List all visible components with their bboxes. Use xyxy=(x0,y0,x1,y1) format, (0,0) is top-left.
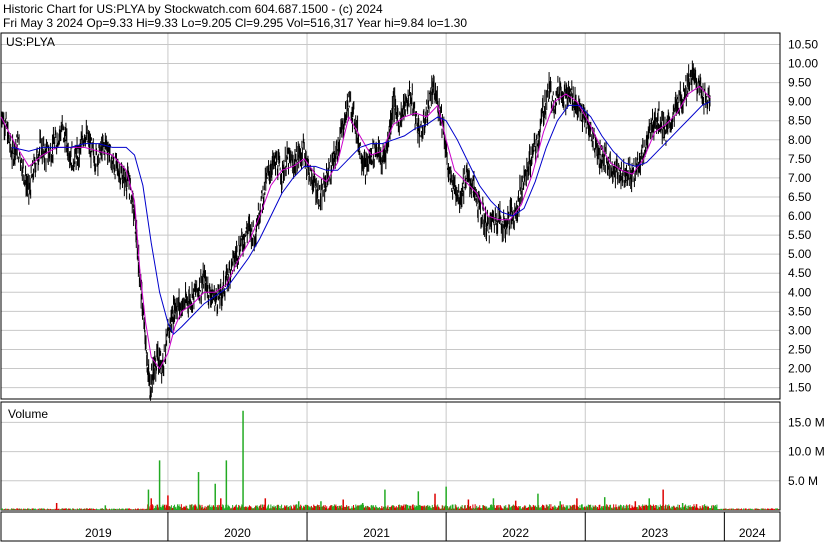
price-tick-label: 3.00 xyxy=(788,323,812,337)
price-tick-label: 10.50 xyxy=(788,37,818,51)
moving-average-long xyxy=(11,101,711,336)
price-tick-label: 4.50 xyxy=(788,266,812,280)
moving-average-short xyxy=(0,85,711,370)
year-label: 2024 xyxy=(739,526,766,540)
price-panel: US:PLYA 10.50 10.00 9.50 9.00 8.50 8.00 7.50 7.… xyxy=(0,32,818,401)
year-label: 2019 xyxy=(85,526,112,540)
price-tick-label: 2.00 xyxy=(788,362,812,376)
price-tick-label: 2.50 xyxy=(788,342,812,356)
price-tick-label: 8.50 xyxy=(788,114,812,128)
volume-tick-label: 10.0 M xyxy=(788,445,825,459)
year-label: 2022 xyxy=(502,526,529,540)
chart-header-line1: Historic Chart for US:PLYA by Stockwatch… xyxy=(3,2,383,16)
volume-bars xyxy=(1,410,779,510)
year-label: 2021 xyxy=(363,526,390,540)
year-label: 2020 xyxy=(224,526,251,540)
price-tick-label: 10.00 xyxy=(788,57,818,71)
price-axis: 10.50 10.00 9.50 9.00 8.50 8.00 7.50 7.00 6.50 6.… xyxy=(788,37,818,394)
stock-chart-canvas: Historic Chart for US:PLYA by Stockwatch… xyxy=(0,2,825,542)
volume-axis: 15.0 M 10.0 M 5.0 M xyxy=(788,415,825,487)
price-tick-label: 8.00 xyxy=(788,133,812,147)
price-panel-title: US:PLYA xyxy=(6,35,55,49)
price-tick-label: 9.00 xyxy=(788,95,812,109)
date-axis: 2019 2020 2021 2022 2023 2024 xyxy=(0,511,781,542)
price-tick-label: 5.50 xyxy=(788,228,812,242)
price-tick-label: 9.50 xyxy=(788,76,812,90)
price-tick-label: 1.50 xyxy=(788,381,812,395)
volume-panel: Volume 15.0 M 10.0 M 5.0 M xyxy=(0,401,825,511)
price-tick-label: 3.50 xyxy=(788,304,812,318)
volume-tick-label: 15.0 M xyxy=(788,415,825,429)
price-tick-label: 7.00 xyxy=(788,171,812,185)
price-tick-label: 5.00 xyxy=(788,247,812,261)
price-tick-label: 6.50 xyxy=(788,190,812,204)
price-tick-label: 6.00 xyxy=(788,209,812,223)
price-grid xyxy=(1,33,780,399)
price-tick-label: 4.00 xyxy=(788,285,812,299)
price-tick-label: 7.50 xyxy=(788,152,812,166)
chart-header-line2: Fri May 3 2024 Op=9.33 Hi=9.33 Lo=9.205 … xyxy=(3,16,467,30)
volume-panel-title: Volume xyxy=(8,407,48,421)
chart-window: Historic Chart for US:PLYA by Stockwatch… xyxy=(0,0,830,543)
volume-tick-label: 5.0 M xyxy=(788,474,818,488)
year-label: 2023 xyxy=(641,526,668,540)
